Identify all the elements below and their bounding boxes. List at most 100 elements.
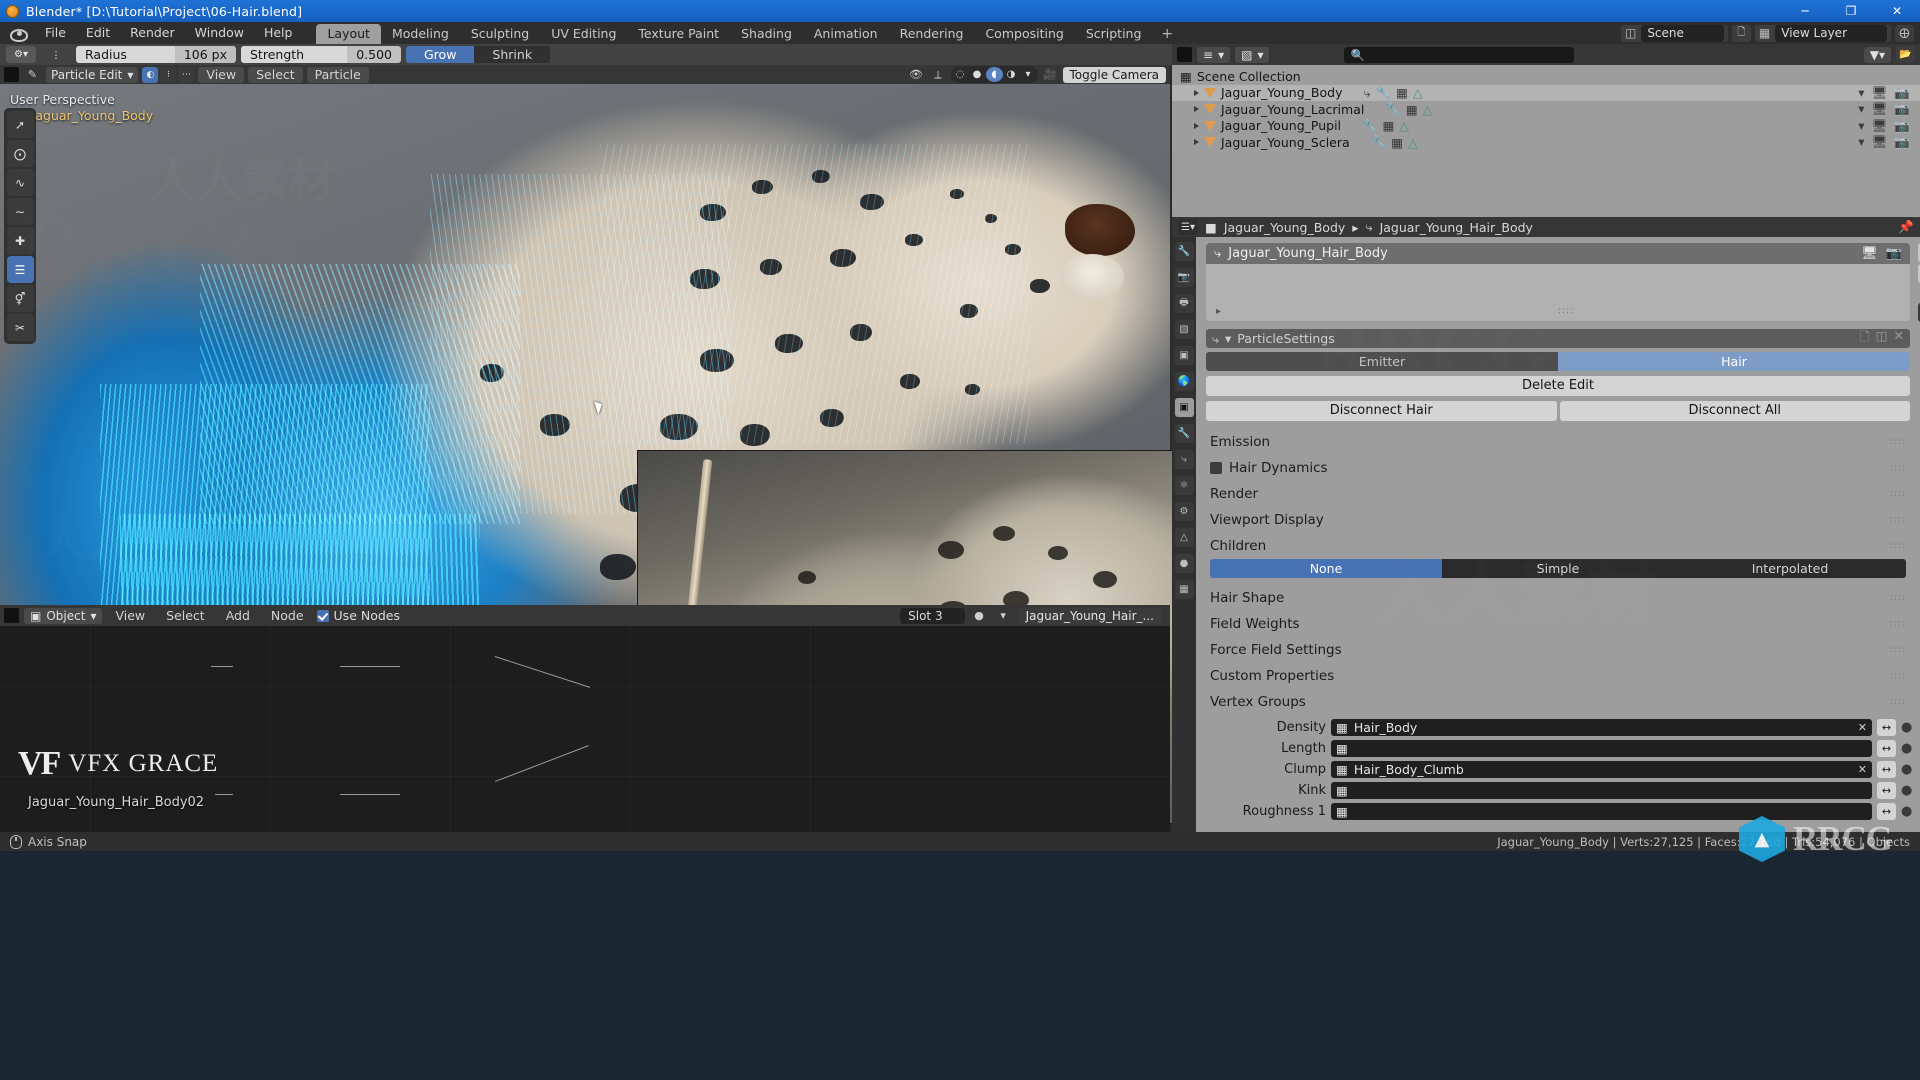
tab-output[interactable]: 🖶 bbox=[1175, 294, 1194, 313]
children-interpolated-button[interactable]: Interpolated bbox=[1674, 559, 1906, 578]
particles-icon[interactable]: ⤷ bbox=[1363, 85, 1370, 101]
tool-puff-icon[interactable]: ⚥ bbox=[7, 285, 34, 312]
clear-icon[interactable]: ✕ bbox=[1858, 721, 1867, 734]
disable-in-viewport-icon[interactable]: 🖥 bbox=[1872, 134, 1888, 150]
close-button[interactable]: ✕ bbox=[1874, 0, 1920, 22]
modifier-wrench-icon[interactable]: 🔧 bbox=[1385, 101, 1401, 117]
properties-panel[interactable]: ⤷ Jaguar_Young_Hair_Body 🖥 📷 ▸ :::: + − … bbox=[1196, 237, 1920, 832]
shading-wireframe-icon[interactable]: ◌ bbox=[952, 67, 969, 82]
material-grid-icon[interactable]: ▦ bbox=[1383, 118, 1395, 133]
vertex-group-row-density[interactable]: Density ▦ Hair_Body ✕ ↔ ● bbox=[1196, 717, 1920, 738]
radius-field[interactable]: Radius 106 px bbox=[76, 46, 236, 63]
animate-property-dot[interactable]: ● bbox=[1901, 804, 1910, 819]
invert-vertex-group-icon[interactable]: ↔ bbox=[1877, 761, 1896, 778]
tab-uv-editing[interactable]: UV Editing bbox=[540, 24, 627, 44]
breadcrumb-object[interactable]: Jaguar_Young_Body bbox=[1224, 220, 1345, 235]
vertex-group-field[interactable]: ▦ bbox=[1331, 740, 1872, 757]
unlink-datablock-icon[interactable]: ✕ bbox=[1894, 328, 1904, 349]
panel-grip-icon[interactable]: :::: bbox=[1890, 541, 1906, 551]
animate-property-dot[interactable]: ● bbox=[1901, 783, 1910, 798]
toggle-camera-button[interactable]: Toggle Camera bbox=[1063, 67, 1167, 83]
tool-add-icon[interactable]: ✚ bbox=[7, 227, 34, 254]
outliner-row-toggles[interactable]: ▾ 🖥 📷 bbox=[1858, 101, 1920, 117]
disconnect-hair-button[interactable]: Disconnect Hair bbox=[1206, 401, 1557, 421]
disable-in-viewport-icon[interactable]: 🖥 bbox=[1872, 101, 1888, 117]
particle-settings-datablock[interactable]: ⤷ ▾ ParticleSettings 🗋 ◫ ✕ bbox=[1206, 329, 1910, 348]
shading-solid-icon[interactable]: ● bbox=[969, 67, 986, 82]
resize-grip-icon[interactable]: :::: bbox=[1558, 306, 1574, 316]
viewport-shading-group[interactable]: ◌ ● ◖ ◑ ▾ bbox=[951, 66, 1038, 83]
mesh-data-icon[interactable]: △ bbox=[1413, 85, 1423, 100]
outliner-item-jaguar-young-sclera[interactable]: Jaguar_Young_Sclera 🔧 ▦ △ ▾ 🖥 📷 bbox=[1172, 134, 1920, 151]
panel-grip-icon[interactable]: :::: bbox=[1890, 671, 1906, 681]
node-menu-view[interactable]: View bbox=[107, 608, 153, 624]
shading-dropdown-icon[interactable]: ▾ bbox=[1020, 67, 1037, 82]
hide-in-viewport-icon[interactable]: ▾ bbox=[1858, 118, 1864, 134]
active-tool-icon[interactable]: ⚙▾ bbox=[6, 46, 36, 63]
shading-rendered-icon[interactable]: ◑ bbox=[1003, 67, 1020, 82]
panel-emission[interactable]: Emission :::: bbox=[1196, 430, 1920, 453]
camera-view-icon[interactable]: 🎥 bbox=[1041, 67, 1060, 83]
invert-vertex-group-icon[interactable]: ↔ bbox=[1877, 740, 1896, 757]
disable-in-render-icon[interactable]: 📷 bbox=[1894, 134, 1910, 150]
tool-tweak-icon[interactable]: ➚ bbox=[7, 111, 34, 138]
outliner-editor-type-icon[interactable] bbox=[1177, 47, 1192, 62]
panel-grip-icon[interactable]: :::: bbox=[1890, 697, 1906, 707]
outliner-filter-funnel-icon[interactable]: ▼▾ bbox=[1864, 47, 1891, 63]
tab-render[interactable]: 📷 bbox=[1175, 268, 1194, 287]
visibility-eye-icon[interactable]: 👁 bbox=[907, 67, 926, 83]
disable-in-viewport-icon[interactable]: 🖥 bbox=[1872, 85, 1888, 101]
material-slot-dropdown[interactable]: Slot 3 bbox=[900, 608, 964, 624]
scene-selector[interactable]: ◫ Scene bbox=[1621, 25, 1728, 42]
material-sphere-icon[interactable]: ● bbox=[970, 608, 989, 624]
modifier-wrench-icon[interactable]: 🔧 bbox=[1371, 134, 1387, 150]
outliner-item-jaguar-young-pupil[interactable]: Jaguar_Young_Pupil 🔧 ▦ △ ▾ 🖥 📷 bbox=[1172, 118, 1920, 135]
disable-in-viewport-icon[interactable]: 🖥 bbox=[1872, 118, 1888, 134]
tab-sculpting[interactable]: Sculpting bbox=[460, 24, 540, 44]
tool-cursor-icon[interactable]: ⨀ bbox=[7, 140, 34, 167]
children-simple-button[interactable]: Simple bbox=[1442, 559, 1674, 578]
outliner-filter-dropdown[interactable]: ▧ ▾ bbox=[1235, 47, 1269, 63]
delete-edit-button[interactable]: Delete Edit bbox=[1206, 376, 1910, 396]
copy-datablock-icon[interactable]: ◫ bbox=[1876, 328, 1888, 349]
editor-type-icon[interactable] bbox=[4, 67, 19, 82]
particle-system-list[interactable]: ⤷ Jaguar_Young_Hair_Body 🖥 📷 ▸ :::: + − … bbox=[1206, 243, 1910, 321]
particle-settings-name[interactable]: ParticleSettings bbox=[1237, 331, 1334, 346]
pin-icon[interactable]: 📌 bbox=[1898, 219, 1914, 235]
scene-name[interactable]: Scene bbox=[1641, 25, 1724, 42]
expand-triangle-icon[interactable] bbox=[1194, 90, 1199, 96]
modifier-wrench-icon[interactable]: 🔧 bbox=[1362, 118, 1378, 134]
outliner-item-jaguar-young-body[interactable]: Jaguar_Young_Body ⤷ 🔧 ▦ △ ▾ 🖥 📷 bbox=[1172, 85, 1920, 102]
snap-magnet-icon[interactable]: ⟂ bbox=[929, 67, 948, 83]
viewport-menu-particle[interactable]: Particle bbox=[307, 67, 369, 83]
outliner-display-mode-dropdown[interactable]: ≡ ▾ bbox=[1197, 47, 1230, 63]
panel-grip-icon[interactable]: :::: bbox=[1890, 463, 1906, 473]
vertex-group-row-clump[interactable]: Clump ▦ Hair_Body_Clumb ✕ ↔ ● bbox=[1196, 759, 1920, 780]
select-mode-path-icon[interactable]: ◐ bbox=[142, 67, 158, 83]
select-mode-tip-icon[interactable]: ⋯ bbox=[178, 67, 194, 83]
panel-grip-icon[interactable]: :::: bbox=[1890, 489, 1906, 499]
panel-render[interactable]: Render :::: bbox=[1196, 482, 1920, 505]
node-menu-node[interactable]: Node bbox=[263, 608, 312, 624]
node-menu-select[interactable]: Select bbox=[158, 608, 213, 624]
select-mode-point-icon[interactable]: ⁝ bbox=[160, 67, 176, 83]
minimize-button[interactable]: ─ bbox=[1782, 0, 1828, 22]
mesh-data-icon[interactable]: △ bbox=[1408, 135, 1418, 150]
outliner-scene-collection-row[interactable]: ▦ Scene Collection bbox=[1172, 68, 1920, 85]
breadcrumb-particle-system[interactable]: Jaguar_Young_Hair_Body bbox=[1380, 220, 1533, 235]
children-none-button[interactable]: None bbox=[1210, 559, 1442, 578]
disable-in-render-icon[interactable]: 📷 bbox=[1886, 246, 1902, 261]
tab-rendering[interactable]: Rendering bbox=[889, 24, 975, 44]
viewport-menu-select[interactable]: Select bbox=[248, 67, 303, 83]
panel-grip-icon[interactable]: :::: bbox=[1890, 645, 1906, 655]
blender-logo-icon[interactable] bbox=[9, 26, 26, 41]
vertex-group-row-length[interactable]: Length ▦ ↔ ● bbox=[1196, 738, 1920, 759]
panel-grip-icon[interactable]: :::: bbox=[1890, 619, 1906, 629]
grow-button[interactable]: Grow bbox=[406, 46, 474, 63]
panel-force-field-settings[interactable]: Force Field Settings :::: bbox=[1196, 638, 1920, 661]
particle-system-name[interactable]: Jaguar_Young_Hair_Body bbox=[1228, 246, 1388, 261]
disable-in-render-icon[interactable]: 📷 bbox=[1894, 101, 1910, 117]
menu-edit[interactable]: Edit bbox=[76, 22, 120, 44]
tab-world[interactable]: 🌎 bbox=[1175, 372, 1194, 391]
panel-hair-dynamics[interactable]: Hair Dynamics :::: bbox=[1196, 456, 1920, 479]
